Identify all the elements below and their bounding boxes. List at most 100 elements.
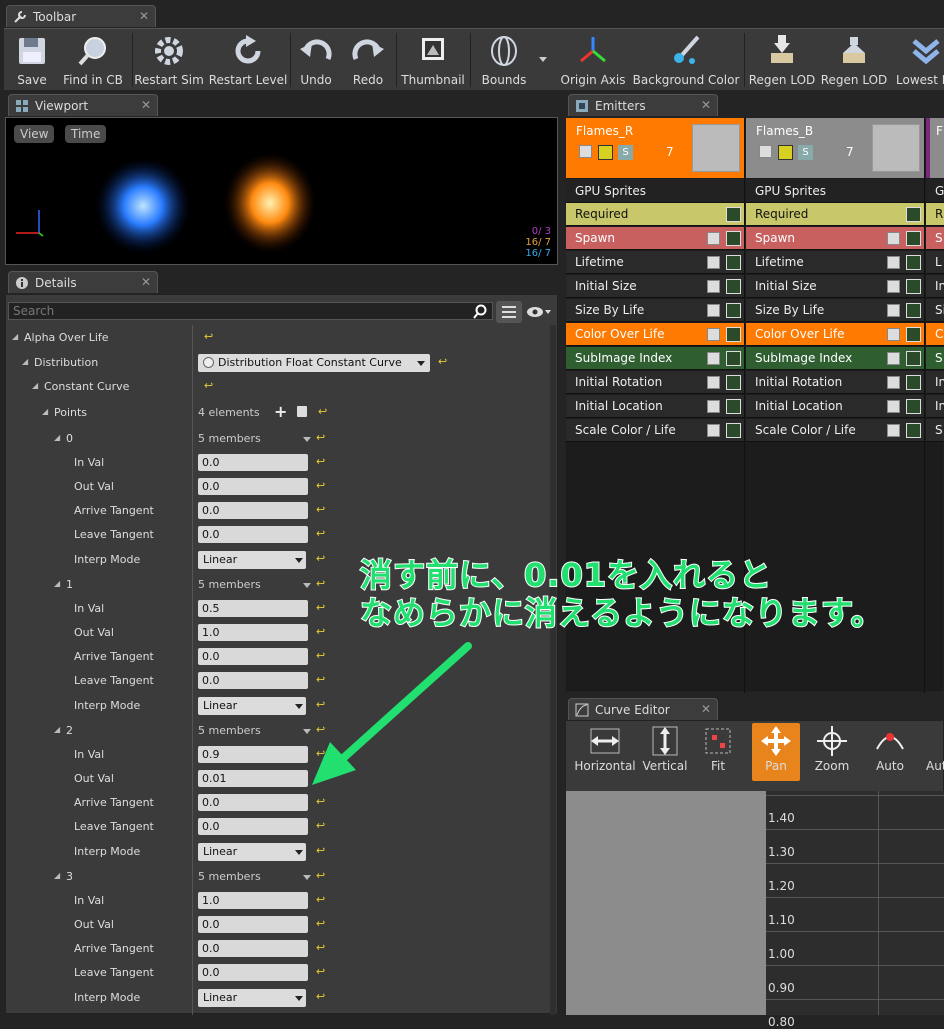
point-0-out[interactable]: Out Val 0.0 ↩ [6,475,546,499]
horizontal-button[interactable]: Horizontal [574,723,636,781]
reset-icon[interactable]: ↩ [316,479,325,492]
search-icon[interactable] [472,304,488,320]
graph-icon[interactable] [726,255,741,270]
save-button[interactable]: Save [10,31,54,89]
reset-icon[interactable]: ↩ [316,723,325,736]
module-row[interactable]: Initial Size [566,275,744,298]
reset-icon[interactable]: ↩ [316,431,325,444]
point-3-interp-mode-select[interactable]: Linear [198,989,306,1007]
viewport-canvas[interactable]: View Time 0/ 3 16/ 7 16/ 7 [5,117,558,265]
emitter-enable-checkbox[interactable] [759,145,772,158]
point-2-leave[interactable]: Leave Tangent 0.0 ↩ [6,815,546,839]
toolbar-tab[interactable]: Toolbar ✕ [6,5,156,27]
module-row[interactable]: Lifetime [566,251,744,274]
reset-icon[interactable]: ↩ [316,990,325,1003]
emitter-header[interactable]: Flames_R S 7 [566,118,744,178]
bounds-button[interactable]: Bounds [476,31,532,89]
curve-list-area[interactable] [566,791,766,1015]
regen-lod-button[interactable]: Regen LOD [749,31,815,89]
module-enable-checkbox[interactable] [707,352,720,365]
module-enable-checkbox[interactable] [887,376,900,389]
trash-icon[interactable] [297,406,307,417]
module-row[interactable]: L [926,251,944,274]
reset-icon[interactable]: ↩ [316,577,325,590]
distribution[interactable]: ◢ Distribution ↩ Distribution Float Constan… [6,351,546,375]
reset-icon[interactable]: ↩ [316,819,325,832]
curve-editor-tab[interactable]: Curve Editor ✕ [568,698,718,720]
graph-icon[interactable] [726,207,741,222]
graph-icon[interactable] [726,423,741,438]
pan-button[interactable]: Pan [752,723,800,781]
module-row[interactable]: S [926,227,944,250]
auto-clamped-button[interactable]: Aut [926,723,944,781]
emitter-header[interactable]: F [926,118,944,178]
point-3-out-input[interactable]: 0.0 [198,916,308,933]
expand-arrow-icon[interactable]: ◢ [54,579,60,588]
point-2-in[interactable]: In Val 0.9 ↩ [6,743,546,767]
emitter-header[interactable]: Flames_B S 7 [746,118,924,178]
point-2-interp-mode[interactable]: Interp Mode Linear ↩ [6,840,546,864]
points[interactable]: ◢ Points ↩ 4 elements + [6,401,546,425]
graph-icon[interactable] [906,255,921,270]
point-0-interp-mode-select[interactable]: Linear [198,551,306,569]
point-3-leave[interactable]: Leave Tangent 0.0 ↩ [6,961,546,985]
reset-icon[interactable]: ↩ [316,527,325,540]
reset-icon[interactable]: ↩ [316,917,325,930]
point-2[interactable]: ◢ 2 5 members ↩ [6,719,546,743]
origin-axis-button[interactable]: Origin Axis [561,31,626,89]
module-row[interactable]: Color Over Life [566,323,744,346]
point-1-leave[interactable]: Leave Tangent 0.0 ↩ [6,669,546,693]
graph-icon[interactable] [906,279,921,294]
module-enable-checkbox[interactable] [887,304,900,317]
module-row[interactable]: Initial Location [566,395,744,418]
graph-icon[interactable] [906,207,921,222]
point-0-leave-input[interactable]: 0.0 [198,526,308,543]
point-3-out[interactable]: Out Val 0.0 ↩ [6,913,546,937]
point-2-interp-mode-select[interactable]: Linear [198,843,306,861]
grid-view-button[interactable] [496,301,522,323]
module-row[interactable]: Required [566,203,744,226]
lowest-lod-button[interactable]: Lowest L [894,31,944,89]
expand-arrow-icon[interactable]: ◢ [54,725,60,734]
graph-icon[interactable] [726,327,741,342]
reset-icon[interactable]: ↩ [316,698,325,711]
close-icon[interactable]: ✕ [141,275,151,289]
graph-icon[interactable] [906,327,921,342]
module-row[interactable]: Spawn [746,227,924,250]
module-row[interactable]: In [926,275,944,298]
undo-button[interactable]: Undo [296,31,336,89]
expand-arrow-icon[interactable]: ◢ [54,871,60,880]
point-1-leave-input[interactable]: 0.0 [198,672,308,689]
point-1-arrive[interactable]: Arrive Tangent 0.0 ↩ [6,645,546,669]
search-input[interactable]: Search [8,302,493,320]
graph-icon[interactable] [726,351,741,366]
reset-icon[interactable]: ↩ [316,625,325,638]
point-3[interactable]: ◢ 3 5 members ↩ [6,865,546,889]
point-3-interp-mode[interactable]: Interp Mode Linear ↩ [6,986,546,1010]
reset-icon[interactable]: ↩ [316,869,325,882]
module-row[interactable]: Scale Color / Life [746,419,924,442]
point-1-interp-mode[interactable]: Interp Mode Linear ↩ [6,694,546,718]
module-row[interactable]: Spawn [566,227,744,250]
module-enable-checkbox[interactable] [887,328,900,341]
point-0-arrive[interactable]: Arrive Tangent 0.0 ↩ [6,499,546,523]
graph-icon[interactable] [726,303,741,318]
reset-icon[interactable]: ↩ [438,355,447,368]
details-tab[interactable]: Details ✕ [8,271,158,293]
close-icon[interactable]: ✕ [701,98,711,112]
fit-button[interactable]: Fit [700,723,736,781]
point-2-in-input[interactable]: 0.9 [198,746,308,763]
point-0-leave[interactable]: Leave Tangent 0.0 ↩ [6,523,546,547]
emitter-solo-icon[interactable]: S [798,145,813,160]
graph-icon[interactable] [726,279,741,294]
graph-icon[interactable] [726,231,741,246]
module-row[interactable]: Size By Life [746,299,924,322]
module-enable-checkbox[interactable] [707,232,720,245]
emitter-solo-icon[interactable]: S [618,145,633,160]
module-enable-checkbox[interactable] [887,280,900,293]
graph-icon[interactable] [906,351,921,366]
module-enable-checkbox[interactable] [707,376,720,389]
module-row[interactable]: In [926,371,944,394]
point-1-in-input[interactable]: 0.5 [198,600,308,617]
chevron-down-icon[interactable] [303,437,311,442]
